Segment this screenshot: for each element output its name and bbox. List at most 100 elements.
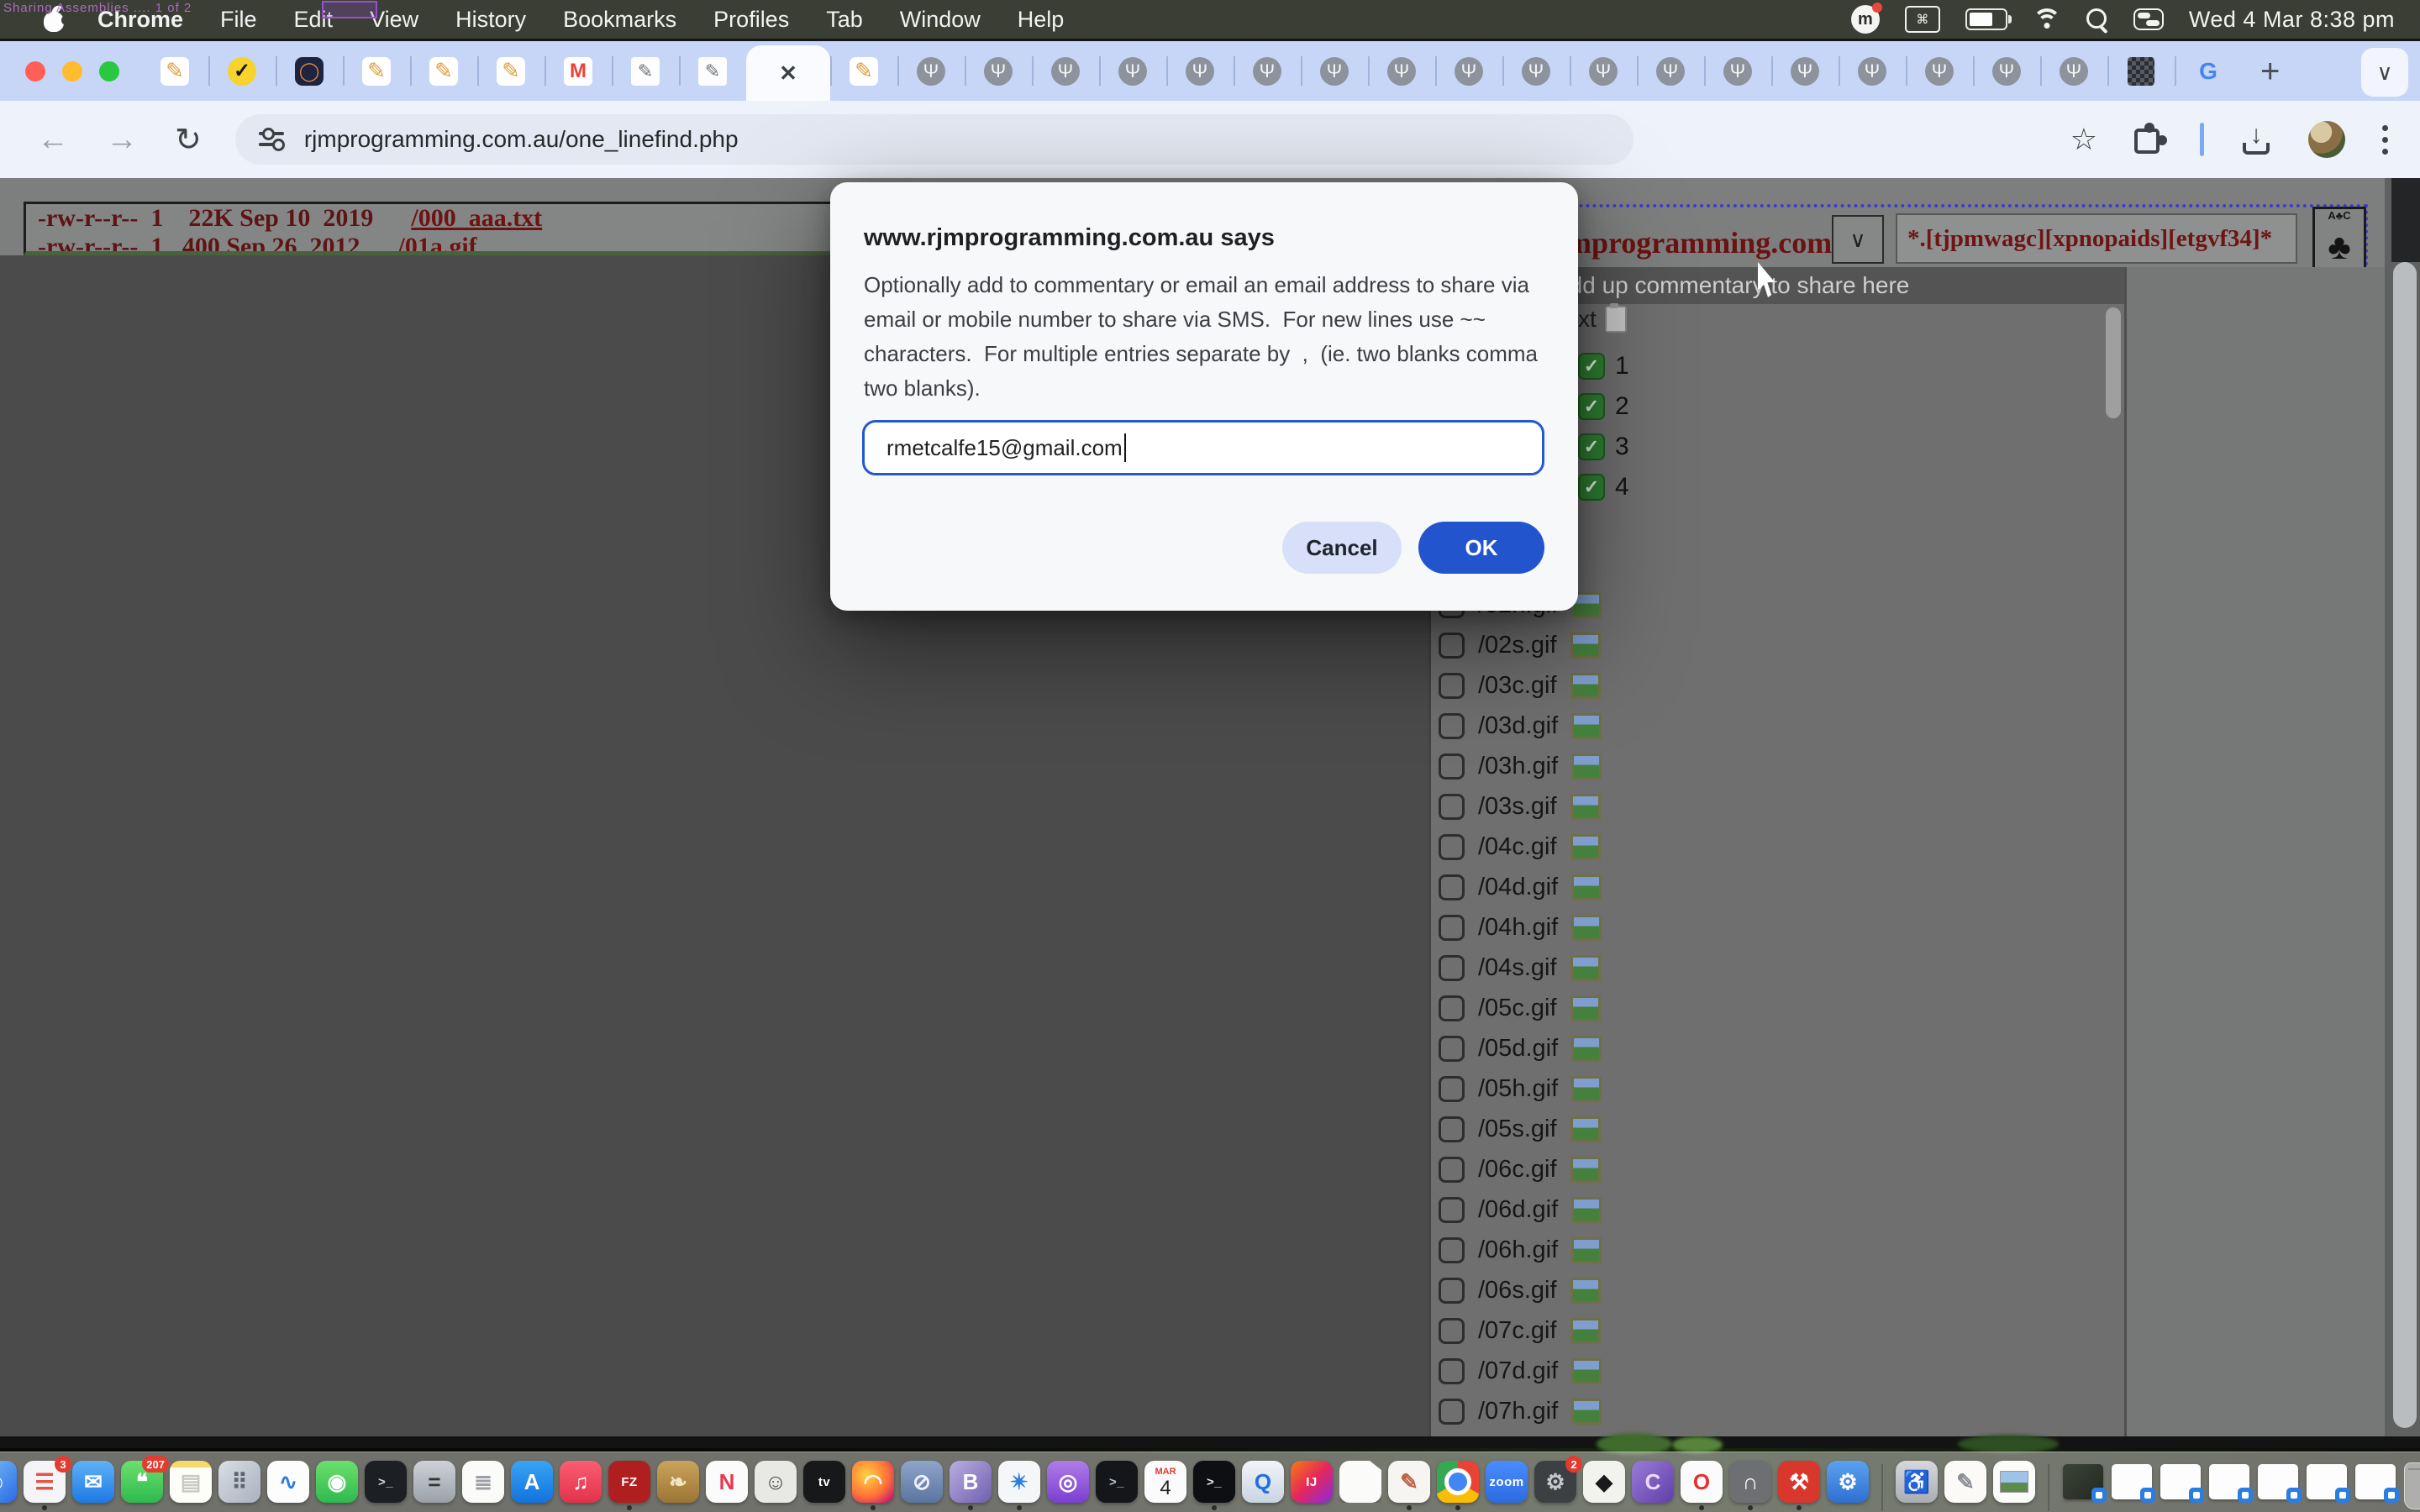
- new-tab-button[interactable]: +: [2260, 53, 2280, 91]
- menu-item-tab[interactable]: Tab: [826, 7, 863, 33]
- file-checkbox[interactable]: [1439, 713, 1465, 739]
- dock-item-safari[interactable]: ✴: [997, 1461, 1041, 1503]
- editor-tab[interactable]: ✎: [612, 41, 679, 101]
- menu-item-window[interactable]: Window: [900, 7, 981, 33]
- dock-item-intellij-idea[interactable]: IJ: [1290, 1461, 1334, 1503]
- textedit-icon[interactable]: ≣: [462, 1461, 504, 1503]
- safari-icon[interactable]: ✴: [998, 1461, 1040, 1503]
- dark-o-tab[interactable]: ◯: [276, 41, 343, 101]
- wordpress-tab[interactable]: Ψ: [1368, 41, 1435, 101]
- minimized-window-icon[interactable]: [2160, 1464, 2201, 1499]
- dock-item-minimized-window[interactable]: [2061, 1461, 2105, 1499]
- dock-item-minimized-window[interactable]: [2207, 1461, 2251, 1499]
- dock-item-generic-document[interactable]: [1339, 1461, 1382, 1503]
- dock-item-minimized-window[interactable]: [2159, 1461, 2202, 1499]
- wordpress-tab[interactable]: Ψ: [897, 41, 965, 101]
- wordpress-tab[interactable]: Ψ: [2040, 41, 2107, 101]
- dock-item-notes-pencil[interactable]: ✎: [1944, 1461, 1987, 1503]
- wordpress-tab[interactable]: Ψ: [1234, 41, 1301, 101]
- dock-item-minimized-window[interactable]: [2110, 1461, 2154, 1499]
- zoom-icon[interactable]: zoom: [1486, 1461, 1528, 1503]
- bbedit-icon[interactable]: B: [950, 1461, 992, 1503]
- dock-item-mamp[interactable]: ☺: [754, 1461, 797, 1503]
- opera-icon[interactable]: O: [1681, 1461, 1723, 1503]
- reload-icon[interactable]: ↻: [175, 121, 202, 159]
- zoom-window-button[interactable]: [99, 61, 119, 81]
- notes-pencil-icon[interactable]: ✎: [1944, 1461, 1986, 1503]
- dock-item-apple-tv[interactable]: tv: [802, 1461, 846, 1503]
- minimize-window-button[interactable]: [62, 61, 82, 81]
- dock-item-calculator[interactable]: =: [413, 1461, 456, 1503]
- status-app-icon[interactable]: m: [1851, 5, 1880, 34]
- tab-search-chevron[interactable]: ∨: [2361, 48, 2408, 97]
- editor-tab[interactable]: ✎: [477, 41, 544, 101]
- dock-item-zoom[interactable]: zoom: [1485, 1461, 1528, 1503]
- wifi-icon[interactable]: [2033, 8, 2061, 30]
- krita-paint-icon[interactable]: ✎: [1388, 1461, 1430, 1503]
- dock-item-trash[interactable]: [2402, 1461, 2420, 1509]
- file-checkbox[interactable]: [1439, 955, 1465, 981]
- page-scrollbar-thumb[interactable]: [2393, 262, 2417, 1428]
- wordpress-tab[interactable]: Ψ: [1771, 41, 1839, 101]
- menu-item-profiles[interactable]: Profiles: [713, 7, 789, 33]
- dock-item-utility-gear[interactable]: ⚙2: [1534, 1461, 1577, 1503]
- menu-item-help[interactable]: Help: [1018, 7, 1065, 33]
- ok-button[interactable]: OK: [1418, 522, 1544, 574]
- green-check-icon[interactable]: ✓: [1578, 474, 1605, 501]
- minimized-window-icon[interactable]: [2355, 1464, 2396, 1499]
- red-utility-icon[interactable]: ⚒: [1778, 1461, 1820, 1503]
- dock-item-quicktime[interactable]: Q: [1241, 1461, 1285, 1503]
- editor-tab[interactable]: ✎: [410, 41, 477, 101]
- dock-item-elephant-db[interactable]: ∩: [1728, 1461, 1772, 1503]
- file-checkbox[interactable]: [1439, 1237, 1465, 1263]
- menu-item-bookmarks[interactable]: Bookmarks: [563, 7, 676, 33]
- extensions-icon[interactable]: [2134, 125, 2163, 154]
- file-checkbox[interactable]: [1439, 915, 1465, 941]
- dock-item-chrome[interactable]: [1436, 1461, 1480, 1503]
- wordpress-tab[interactable]: Ψ: [1301, 41, 1368, 101]
- dock-item-iterm[interactable]: >_: [1192, 1461, 1236, 1503]
- trash-icon[interactable]: [2404, 1462, 2420, 1509]
- wordpress-tab[interactable]: Ψ: [1570, 41, 1637, 101]
- green-check-icon[interactable]: ✓: [1578, 433, 1605, 460]
- file-checkbox[interactable]: [1439, 1157, 1465, 1183]
- blue-tools-icon[interactable]: ⚙: [1827, 1461, 1869, 1503]
- news-icon[interactable]: N: [706, 1461, 748, 1503]
- books-gold-icon[interactable]: ❧: [657, 1461, 699, 1503]
- chrome-icon[interactable]: [1437, 1461, 1479, 1503]
- dock-item-launchpad[interactable]: ⠿: [218, 1461, 261, 1503]
- url-text[interactable]: rjmprogramming.com.au/one_linefind.php: [304, 126, 739, 153]
- inkscape-icon[interactable]: ◆: [1583, 1461, 1625, 1503]
- file-checkbox[interactable]: [1439, 874, 1465, 900]
- preview-photo-icon[interactable]: [1993, 1461, 2035, 1503]
- launchpad-icon[interactable]: ⠿: [218, 1461, 260, 1503]
- minimized-window-icon[interactable]: [2209, 1464, 2249, 1499]
- filezilla-icon[interactable]: FZ: [608, 1461, 650, 1503]
- close-tab-icon[interactable]: ✕: [779, 60, 797, 87]
- calendar-icon[interactable]: MAR4: [1144, 1461, 1186, 1503]
- intellij-idea-icon[interactable]: IJ: [1291, 1461, 1333, 1503]
- wordpress-tab[interactable]: Ψ: [1032, 41, 1099, 101]
- file-link[interactable]: /000_aaa.txt: [411, 204, 542, 232]
- minimized-window-icon[interactable]: [2258, 1464, 2298, 1499]
- terminal-2-icon[interactable]: >_: [1096, 1461, 1138, 1503]
- app-store-icon[interactable]: A: [511, 1461, 553, 1503]
- dock-item-firefox[interactable]: ◠: [851, 1461, 895, 1503]
- notes-icon[interactable]: ▤: [170, 1461, 212, 1503]
- dock-item-reminders[interactable]: ☰3: [23, 1461, 66, 1503]
- forward-icon[interactable]: →: [106, 122, 138, 158]
- menu-clock[interactable]: Wed 4 Mar 8:38 pm: [2189, 7, 2395, 33]
- dock-item-terminal[interactable]: >_: [364, 1461, 408, 1503]
- google-tab[interactable]: G: [2175, 41, 2242, 101]
- mail-icon[interactable]: ✉: [72, 1461, 114, 1503]
- file-checkbox[interactable]: [1439, 1076, 1465, 1102]
- podcasts-icon[interactable]: ◎: [1047, 1461, 1089, 1503]
- file-checkbox[interactable]: [1439, 753, 1465, 780]
- wordpress-tab[interactable]: Ψ: [1435, 41, 1502, 101]
- dock-item-messages[interactable]: ❝207: [120, 1461, 164, 1503]
- dock-item-minimized-window[interactable]: [2354, 1461, 2397, 1499]
- green-check-icon[interactable]: ✓: [1578, 353, 1605, 380]
- file-checkbox[interactable]: [1439, 1197, 1465, 1223]
- minimized-window-icon[interactable]: [2307, 1464, 2347, 1499]
- dock-item-blue-tools[interactable]: ⚙: [1826, 1461, 1870, 1503]
